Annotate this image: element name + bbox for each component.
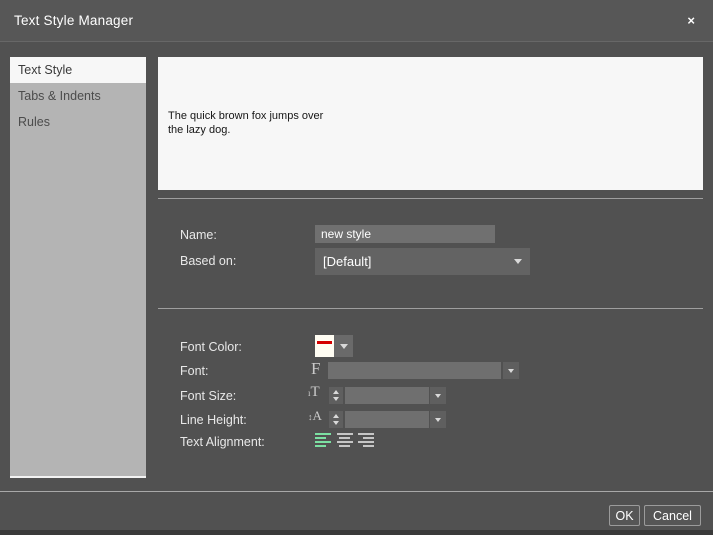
- text-style-manager-dialog: Text Style Manager × Text Style Tabs & I…: [0, 0, 713, 535]
- chevron-down-icon: [514, 259, 522, 264]
- font-color-dropdown-button[interactable]: [334, 335, 353, 357]
- font-color-red-line: [317, 341, 332, 344]
- divider-middle: [158, 308, 703, 309]
- font-icon: F: [311, 359, 321, 378]
- footer-divider: [0, 491, 713, 492]
- spinner-up-icon[interactable]: [333, 390, 339, 394]
- based-on-dropdown[interactable]: [Default]: [315, 248, 530, 275]
- preview-sample-text: The quick brown fox jumps over the lazy …: [168, 110, 324, 136]
- close-icon[interactable]: ×: [683, 12, 699, 29]
- font-size-input[interactable]: [345, 387, 429, 404]
- font-input[interactable]: [328, 362, 501, 379]
- font-size-icon: ıT: [308, 384, 320, 400]
- font-size-dropdown-button[interactable]: [430, 387, 446, 404]
- text-alignment-group: [315, 431, 374, 448]
- line-height-dropdown-button[interactable]: [430, 411, 446, 428]
- chevron-down-icon: [435, 393, 441, 398]
- chevron-down-icon: [339, 343, 348, 349]
- align-right-icon[interactable]: [357, 431, 374, 448]
- sidebar: Text Style Tabs & Indents Rules: [10, 57, 146, 478]
- align-center-icon[interactable]: [336, 431, 353, 448]
- spinner-down-icon[interactable]: [333, 421, 339, 425]
- dialog-bottom-edge: [0, 530, 713, 535]
- based-on-label: Based on:: [180, 254, 237, 268]
- style-preview-pane: The quick brown fox jumps over the lazy …: [158, 57, 703, 190]
- chevron-down-icon: [435, 417, 441, 422]
- divider-top: [158, 198, 703, 199]
- text-alignment-label: Text Alignment:: [180, 435, 265, 449]
- sidebar-item-tabs-indents[interactable]: Tabs & Indents: [10, 83, 146, 109]
- name-label: Name:: [180, 228, 217, 242]
- font-size-stepper[interactable]: [329, 387, 343, 404]
- line-height-icon: ↕A: [308, 408, 322, 423]
- cancel-button[interactable]: Cancel: [644, 505, 701, 526]
- spinner-up-icon[interactable]: [333, 414, 339, 418]
- line-height-stepper[interactable]: [329, 411, 343, 428]
- font-color-label: Font Color:: [180, 340, 242, 354]
- sidebar-item-text-style[interactable]: Text Style: [10, 57, 146, 83]
- font-dropdown-button[interactable]: [503, 362, 519, 379]
- line-height-label: Line Height:: [180, 413, 247, 427]
- font-size-label: Font Size:: [180, 389, 237, 403]
- name-input[interactable]: [315, 225, 495, 243]
- chevron-down-icon: [508, 368, 514, 373]
- sidebar-item-rules[interactable]: Rules: [10, 109, 146, 135]
- titlebar: Text Style Manager ×: [0, 0, 713, 42]
- spinner-down-icon[interactable]: [333, 397, 339, 401]
- line-height-input[interactable]: [345, 411, 429, 428]
- font-color-swatch[interactable]: [315, 335, 334, 357]
- align-left-icon[interactable]: [315, 431, 332, 448]
- font-label: Font:: [180, 364, 209, 378]
- based-on-value: [Default]: [323, 254, 372, 269]
- ok-button[interactable]: OK: [609, 505, 640, 526]
- dialog-title: Text Style Manager: [14, 13, 134, 28]
